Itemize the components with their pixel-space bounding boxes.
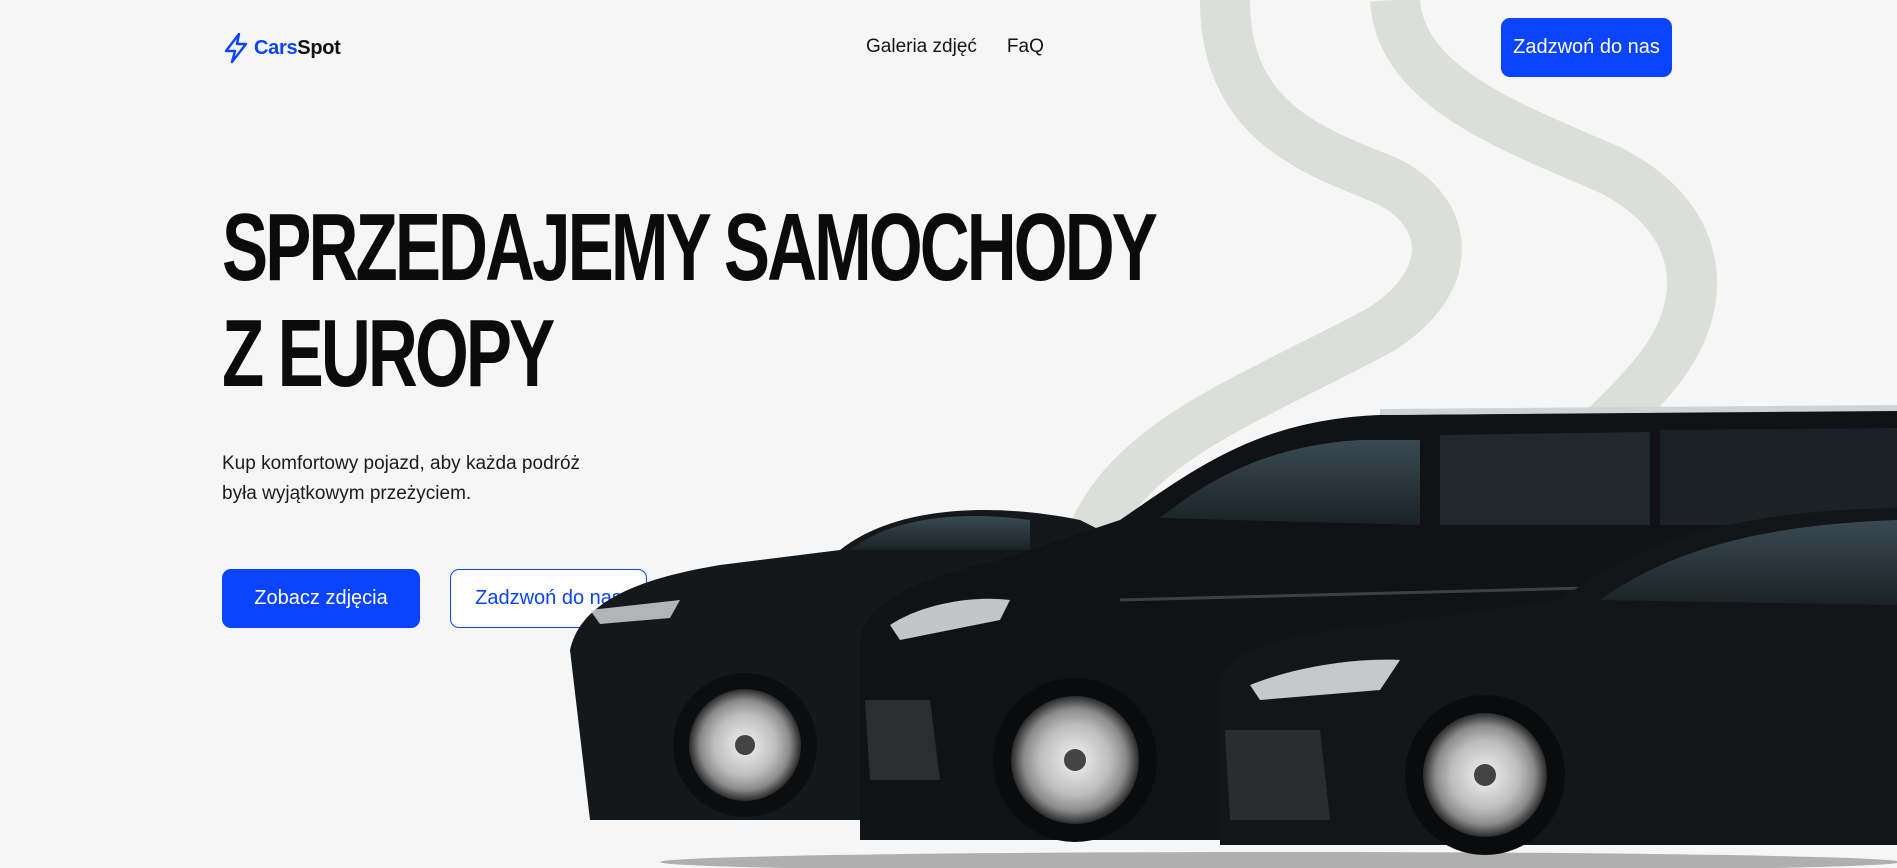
hero-cars-image — [570, 405, 1897, 868]
hero-title-line2: Z EUROPY — [222, 300, 555, 407]
main-nav: Galeria zdjęć FaQ — [866, 35, 1044, 59]
hero-title: SPRZEDAJEMY SAMOCHODY Z EUROPY — [222, 194, 1158, 407]
hero-subtitle-line2: była wyjątkowym przeżyciem. — [222, 483, 472, 504]
logo-text-part1: Cars — [254, 37, 298, 59]
hero-title-line1: SPRZEDAJEMY SAMOCHODY — [222, 194, 1158, 301]
header-call-button[interactable]: Zadzwoń do nas — [1501, 18, 1672, 77]
site-header: CarsSpot Galeria zdjęć FaQ Zadzwoń do na… — [0, 0, 1897, 95]
lightning-bolt-icon — [224, 32, 248, 64]
hero-subtitle-line1: Kup komfortowy pojazd, aby każda podróż — [222, 453, 581, 474]
logo-link[interactable]: CarsSpot — [222, 32, 341, 64]
logo-text: CarsSpot — [254, 38, 341, 58]
landing-page: CarsSpot Galeria zdjęć FaQ Zadzwoń do na… — [0, 0, 1897, 868]
nav-link-faq[interactable]: FaQ — [1007, 35, 1044, 59]
logo-text-part2: Spot — [297, 37, 341, 59]
nav-link-gallery[interactable]: Galeria zdjęć — [866, 35, 977, 59]
hero-subtitle: Kup komfortowy pojazd, aby każda podróż … — [222, 449, 582, 509]
see-photos-button[interactable]: Zobacz zdjęcia — [222, 569, 420, 628]
